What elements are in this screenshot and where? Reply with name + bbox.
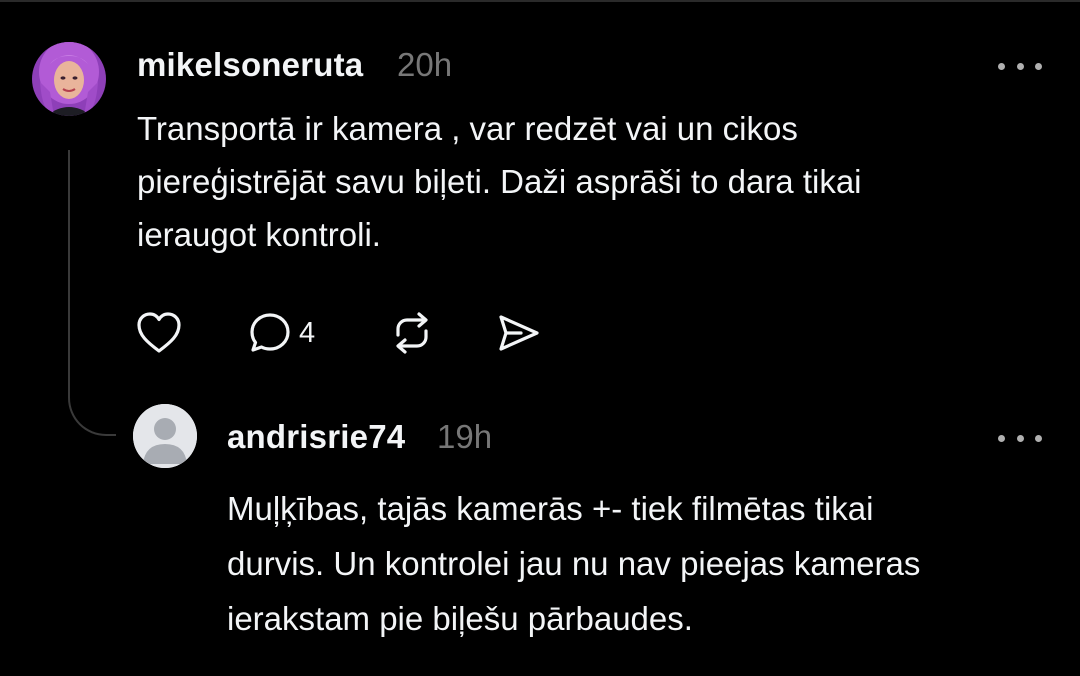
post-timestamp[interactable]: 20h (397, 46, 452, 84)
post-text-line-3: ieraugot kontroli. (137, 216, 381, 253)
thread-connector-line (68, 150, 116, 436)
reply-text-line-1: Muļķības, tajās kamerās +- tiek filmētas… (227, 490, 874, 527)
post-text-line-1: Transportā ir kamera , var redzēt vai un… (137, 110, 798, 147)
comment-button[interactable]: 4 (247, 308, 389, 358)
reply-count: 4 (299, 316, 316, 349)
post-more-icon[interactable] (998, 56, 1042, 76)
repost-icon (396, 312, 428, 354)
reply-avatar[interactable] (133, 404, 197, 468)
comment-icon (250, 313, 290, 352)
post-username[interactable]: mikelsoneruta (137, 46, 363, 84)
top-divider (0, 0, 1080, 2)
share-button[interactable] (495, 308, 555, 358)
post-action-bar: 4 (135, 308, 555, 358)
avatar[interactable] (32, 42, 106, 116)
avatar-image (32, 42, 106, 116)
share-icon (499, 315, 539, 351)
heart-icon (137, 312, 181, 353)
reply-timestamp[interactable]: 19h (437, 418, 492, 456)
reply-username[interactable]: andrisrie74 (227, 418, 405, 456)
default-user-icon (133, 404, 197, 468)
reply-text-line-2: durvis. Un kontrolei jau nu nav pieejas … (227, 545, 921, 582)
like-button[interactable] (135, 308, 247, 358)
repost-button[interactable] (389, 308, 495, 358)
post-text-line-2: piereģistrējāt savu biļeti. Daži asprāši… (137, 163, 862, 200)
reply-more-icon[interactable] (998, 428, 1042, 448)
reply-text-line-3: ierakstam pie biļešu pārbaudes. (227, 600, 693, 637)
